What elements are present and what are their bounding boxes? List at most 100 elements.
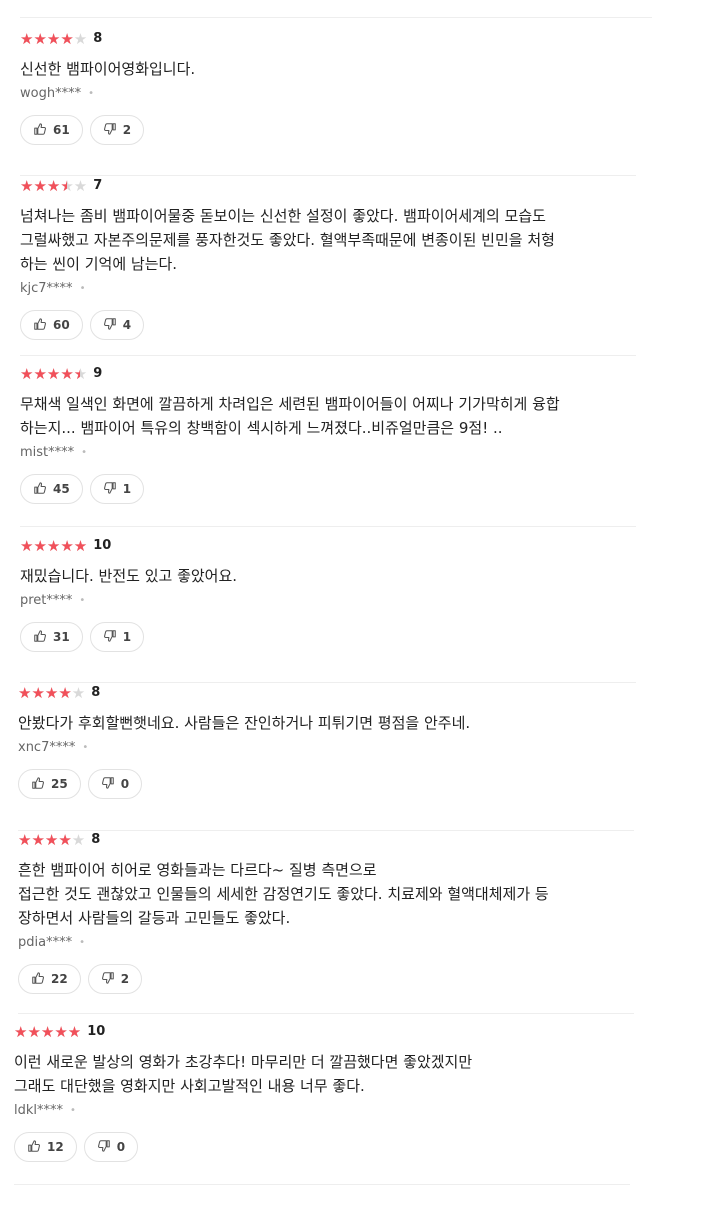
review-text: 이런 새로운 발상의 영화가 초강추다! 마무리만 더 깔끔했다면 좋았겠지만 그…: [14, 1050, 630, 1098]
rating-score: 8: [91, 685, 101, 700]
author-id: mist****: [20, 444, 75, 460]
thumbs-down-icon: [97, 1138, 111, 1157]
star-rating: ★★★★★★★★★★: [20, 177, 88, 195]
rating-row: ★★★★★★★★★★ 7: [20, 176, 636, 196]
thumbs-down-icon: [103, 480, 117, 499]
rating-row: ★★★★★★★★★★ 9: [20, 364, 636, 384]
review-item: ★★★★★★★★★★ 9 무채색 일색인 화면에 깔끔하게 차려입은 세련된 뱀…: [20, 364, 636, 527]
like-button[interactable]: 12: [14, 1132, 77, 1162]
dislike-count: 1: [122, 630, 132, 644]
vote-buttons: 61 2: [20, 115, 636, 145]
author-id: ldkl****: [14, 1102, 64, 1118]
author-id: xnc7****: [18, 739, 76, 755]
star-rating: ★★★★★★★★★★: [14, 1023, 82, 1041]
review-text-line: 재밌습니다. 반전도 있고 좋았어요.: [20, 567, 238, 585]
like-button[interactable]: 61: [20, 115, 83, 145]
vote-buttons: 45 1: [20, 474, 636, 504]
vote-buttons: 60 4: [20, 310, 636, 340]
review-text: 흔한 뱀파이어 히어로 영화들과는 다르다~ 질병 측면으로접근한 것도 괜찮았…: [18, 858, 634, 930]
author-row: pdia**** •: [18, 932, 634, 952]
rating-row: ★★★★★ ★★★★★ 10: [20, 536, 636, 556]
review-text: 신선한 뱀파이어영화입니다.: [20, 57, 636, 81]
thumbs-up-icon: [33, 480, 47, 499]
dislike-button[interactable]: 2: [89, 115, 145, 145]
dislike-count: 0: [116, 1140, 126, 1154]
review-text-line: 흔한 뱀파이어 히어로 영화들과는 다르다~ 질병 측면으로: [18, 861, 377, 879]
rating-score: 10: [87, 1024, 106, 1039]
review-text: 안봤다가 후회할뻔햇네요. 사람들은 잔인하거나 피튀기면 평점을 안주네.: [18, 711, 634, 735]
review-text: 넘쳐나는 좀비 뱀파이어물중 돋보이는 신선한 설정이 좋았다. 뱀파이어세계의…: [20, 204, 636, 276]
separator-dot: •: [79, 594, 86, 606]
star-rating: ★★★★★★★★★★: [20, 365, 88, 383]
separator-dot: •: [79, 282, 86, 294]
thumbs-up-icon: [33, 316, 47, 335]
thumbs-up-icon: [31, 970, 45, 989]
review-text-line: 이런 새로운 발상의 영화가 초강추다! 마무리만 더 깔끔했다면 좋았겠지만: [14, 1053, 473, 1071]
review-text-line: 그럴싸했고 자본주의문제를 풍자한것도 좋았다. 혈액부족때문에 변종이된 빈민…: [20, 231, 555, 249]
dislike-button[interactable]: 0: [83, 1132, 139, 1162]
dislike-button[interactable]: 4: [89, 310, 145, 340]
thumbs-down-icon: [101, 775, 115, 794]
like-count: 31: [53, 630, 70, 644]
thumbs-up-icon: [27, 1138, 41, 1157]
review-text-line: 장하면서 사람들의 갈등과 고민들도 좋았다.: [18, 909, 291, 927]
rating-row: ★★★★★★★★★★ 8: [20, 29, 636, 49]
review-item: ★★★★★★★★★★ 8 흔한 뱀파이어 히어로 영화들과는 다르다~ 질병 측…: [18, 830, 634, 1014]
like-button[interactable]: 60: [20, 310, 83, 340]
rating-row: ★★★★★ ★★★★★ 10: [14, 1022, 630, 1042]
like-button[interactable]: 22: [18, 964, 81, 994]
like-button[interactable]: 45: [20, 474, 83, 504]
rating-score: 8: [91, 832, 101, 847]
vote-buttons: 22 2: [18, 964, 634, 994]
dislike-count: 2: [122, 123, 132, 137]
rating-score: 9: [93, 366, 103, 381]
dislike-count: 4: [122, 318, 132, 332]
dislike-button[interactable]: 1: [89, 474, 145, 504]
dislike-count: 2: [120, 972, 130, 986]
vote-buttons: 31 1: [20, 622, 636, 652]
dislike-count: 1: [122, 482, 132, 496]
review-text-line: 무채색 일색인 화면에 깔끔하게 차려입은 세련된 뱀파이어들이 어찌나 기가막…: [20, 395, 560, 413]
review-item: ★★★★★★★★★★ 8 신선한 뱀파이어영화입니다. wogh**** • 6…: [20, 29, 636, 176]
rating-score: 7: [93, 178, 103, 193]
author-id: pdia****: [18, 934, 73, 950]
thumbs-down-icon: [103, 121, 117, 140]
review-text-line: 안봤다가 후회할뻔햇네요. 사람들은 잔인하거나 피튀기면 평점을 안주네.: [18, 714, 471, 732]
like-count: 22: [51, 972, 68, 986]
review-item: ★★★★★★★★★★ 8 안봤다가 후회할뻔햇네요. 사람들은 잔인하거나 피튀…: [18, 683, 634, 831]
separator-dot: •: [88, 87, 94, 99]
separator-dot: •: [82, 741, 89, 753]
like-button[interactable]: 25: [18, 769, 81, 799]
author-row: ldkl**** •: [14, 1100, 630, 1120]
star-rating: ★★★★★★★★★★: [18, 684, 86, 702]
rating-row: ★★★★★★★★★★ 8: [18, 830, 634, 850]
like-count: 12: [47, 1140, 64, 1154]
like-button[interactable]: 31: [20, 622, 83, 652]
rating-row: ★★★★★★★★★★ 8: [18, 683, 634, 703]
author-id: kjc7****: [20, 280, 73, 296]
review-item: ★★★★★ ★★★★★ 10 이런 새로운 발상의 영화가 초강추다! 마무리만 …: [14, 1022, 630, 1185]
author-id: wogh****: [20, 85, 82, 101]
dislike-count: 0: [120, 777, 130, 791]
thumbs-down-icon: [101, 970, 115, 989]
star-rating: ★★★★★★★★★★: [20, 30, 88, 48]
author-row: pret**** •: [20, 590, 636, 610]
thumbs-down-icon: [103, 316, 117, 335]
dislike-button[interactable]: 1: [89, 622, 145, 652]
review-text-line: 접근한 것도 괜찮았고 인물들의 세세한 감정연기도 좋았다. 치료제와 혈액대…: [18, 885, 549, 903]
dislike-button[interactable]: 0: [87, 769, 143, 799]
review-text: 무채색 일색인 화면에 깔끔하게 차려입은 세련된 뱀파이어들이 어찌나 기가막…: [20, 392, 636, 440]
review-item: ★★★★★ ★★★★★ 10 재밌습니다. 반전도 있고 좋았어요. pret**…: [20, 536, 636, 683]
separator-dot: •: [79, 936, 85, 948]
star-rating: ★★★★★★★★★★: [20, 537, 88, 555]
review-text-line: 하는지... 뱀파이어 특유의 창백함이 섹시하게 느껴졌다..비쥬얼만큼은 9…: [20, 419, 503, 437]
like-count: 45: [53, 482, 70, 496]
like-count: 25: [51, 777, 68, 791]
dislike-button[interactable]: 2: [87, 964, 143, 994]
review-text-line: 하는 씬이 기억에 남는다.: [20, 255, 178, 273]
like-count: 60: [53, 318, 70, 332]
review-item: ★★★★★★★★★★ 7 넘쳐나는 좀비 뱀파이어물중 돋보이는 신선한 설정이…: [20, 176, 636, 356]
author-row: wogh**** •: [20, 83, 636, 103]
vote-buttons: 25 0: [18, 769, 634, 799]
thumbs-up-icon: [33, 628, 47, 647]
